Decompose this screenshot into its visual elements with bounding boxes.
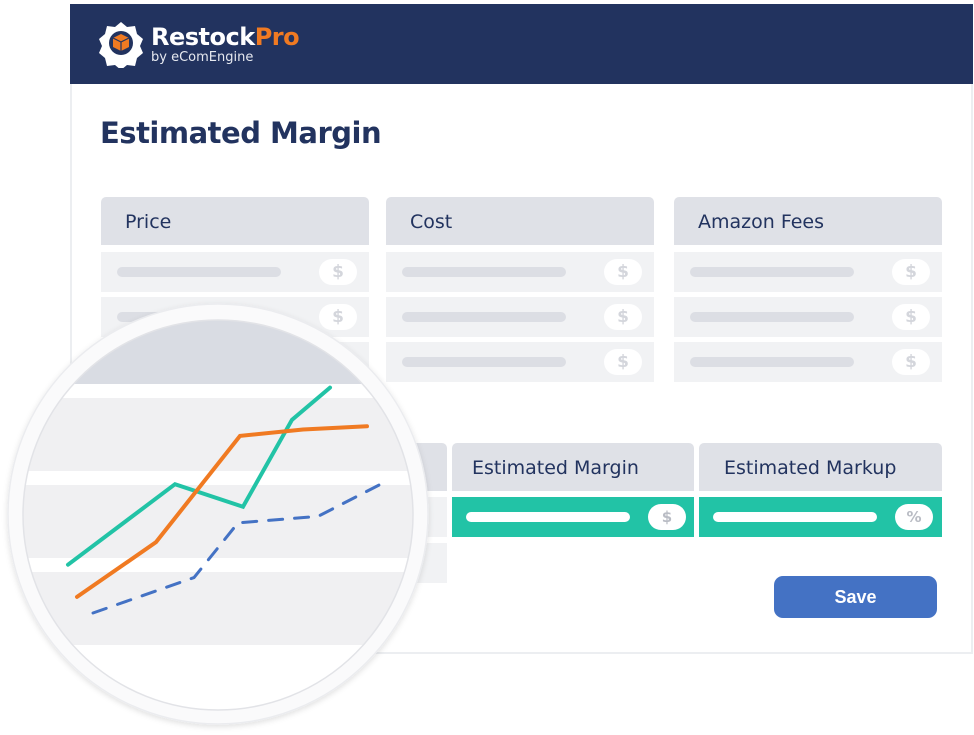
value-placeholder: [690, 357, 854, 367]
value-placeholder: [690, 267, 854, 277]
estimated-markup-field: %: [699, 497, 942, 537]
value-placeholder: [713, 512, 877, 522]
dollar-icon: $: [892, 304, 930, 330]
dollar-icon: $: [892, 349, 930, 375]
value-placeholder: [117, 267, 281, 277]
estimated-markup-header: Estimated Markup: [699, 443, 942, 491]
dollar-icon: $: [892, 259, 930, 285]
price-header: Price: [101, 197, 369, 245]
gear-box-icon: [99, 22, 143, 68]
estimated-margin-header: Estimated Margin: [452, 443, 694, 491]
value-placeholder: [466, 512, 630, 522]
value-placeholder: [402, 267, 566, 277]
input-row[interactable]: $: [386, 252, 654, 292]
save-button[interactable]: Save: [774, 576, 937, 618]
cost-header: Cost: [386, 197, 654, 245]
logo-accent: Pro: [254, 22, 300, 51]
percent-icon: %: [895, 504, 933, 530]
page-title: Estimated Margin: [100, 116, 382, 150]
dollar-icon: $: [648, 504, 686, 530]
input-row[interactable]: $: [674, 297, 942, 337]
dollar-icon: $: [604, 349, 642, 375]
dollar-icon: $: [604, 259, 642, 285]
value-placeholder: [690, 312, 854, 322]
magnifier-chart: [7, 303, 429, 725]
input-row[interactable]: $: [101, 252, 369, 292]
dollar-icon: $: [319, 259, 357, 285]
input-row[interactable]: $: [674, 252, 942, 292]
logo-text: Restock: [151, 22, 255, 51]
estimated-margin-field: $: [452, 497, 694, 537]
amazon-fees-header: Amazon Fees: [674, 197, 942, 245]
logo-subtitle: by eComEngine: [151, 49, 254, 65]
restockpro-logo[interactable]: RestockPro by eComEngine: [97, 20, 300, 68]
input-row[interactable]: $: [674, 342, 942, 382]
dollar-icon: $: [604, 304, 642, 330]
